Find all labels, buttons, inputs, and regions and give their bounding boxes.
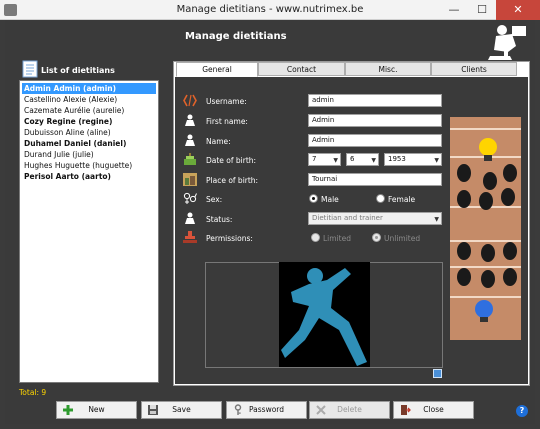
runner-photo xyxy=(279,262,370,367)
dob-day-select[interactable]: 7 ▼ xyxy=(308,153,341,166)
dob-year-select[interactable]: 1953 ▼ xyxy=(384,153,442,166)
close-button-label: Close xyxy=(423,405,444,414)
list-label: List of dietitians xyxy=(41,66,115,75)
chevron-down-icon: ▼ xyxy=(333,157,338,164)
lightbulb-illustration xyxy=(450,117,521,340)
person-icon xyxy=(185,114,195,126)
status-label: Status: xyxy=(206,215,233,224)
status-value: Dietitian and trainer xyxy=(312,214,383,222)
code-brackets-icon xyxy=(183,94,197,107)
birthday-cake-icon xyxy=(184,153,196,165)
password-button[interactable]: Password xyxy=(226,401,307,419)
list-item[interactable]: Admin Admin (admin) xyxy=(22,83,156,94)
dob-label: Date of birth: xyxy=(206,156,257,165)
new-button[interactable]: New xyxy=(56,401,137,419)
username-label: Username: xyxy=(206,97,247,106)
total-count: Total: 9 xyxy=(19,388,47,397)
chevron-down-icon: ▼ xyxy=(434,157,439,164)
change-photo-button[interactable] xyxy=(433,369,442,378)
person-icon xyxy=(185,134,195,146)
place-photo-icon xyxy=(183,173,197,186)
sex-label: Sex: xyxy=(206,195,223,204)
tab-misc[interactable]: Misc. xyxy=(345,62,431,76)
tab-strip: General Contact Misc. Clients xyxy=(173,61,530,77)
name-label: Name: xyxy=(206,137,231,146)
page-title: Manage dietitians xyxy=(185,31,287,42)
list-item[interactable]: Duhamel Daniel (daniel) xyxy=(22,138,156,149)
stamp-icon xyxy=(183,231,197,243)
save-icon xyxy=(148,405,158,415)
plus-icon xyxy=(63,405,73,415)
password-button-label: Password xyxy=(248,405,285,414)
key-icon xyxy=(234,404,242,415)
dob-year-value: 1953 xyxy=(388,155,406,163)
name-field[interactable]: Admin xyxy=(308,134,442,147)
list-item[interactable]: Dubuisson Aline (aline) xyxy=(22,127,156,138)
tab-general[interactable]: General xyxy=(176,62,258,77)
list-icon xyxy=(22,60,38,78)
help-button[interactable]: ? xyxy=(516,405,528,417)
minimize-button[interactable]: — xyxy=(440,0,468,20)
delete-button-label: Delete xyxy=(337,405,362,414)
close-window-button[interactable]: ✕ xyxy=(496,0,540,20)
delete-icon xyxy=(316,405,326,415)
dob-month-select[interactable]: 6 ▼ xyxy=(346,153,379,166)
title-bar: Manage dietitians - www.nutrimex.be — ☐ … xyxy=(0,0,540,20)
perm-limited-label: Limited xyxy=(323,234,351,243)
tab-clients[interactable]: Clients xyxy=(431,62,517,76)
status-select[interactable]: Dietitian and trainer ▼ xyxy=(308,212,442,225)
save-button-label: Save xyxy=(172,405,191,414)
dietitian-list[interactable]: Admin Admin (admin) Castellino Alexie (A… xyxy=(19,80,159,383)
perm-unlimited-label: Unlimited xyxy=(384,234,421,243)
chevron-down-icon: ▼ xyxy=(371,157,376,164)
sex-female-radio[interactable] xyxy=(376,194,385,203)
firstname-label: First name: xyxy=(206,117,248,126)
list-item[interactable]: Perisol Aarto (aarto) xyxy=(22,171,156,182)
list-item[interactable]: Hughes Huguette (huguette) xyxy=(22,160,156,171)
exit-door-icon xyxy=(401,405,411,415)
username-field[interactable]: admin xyxy=(308,94,442,107)
tab-contact[interactable]: Contact xyxy=(258,62,345,76)
perm-unlimited-radio[interactable] xyxy=(372,233,381,242)
dietitian-logo-icon xyxy=(488,25,526,60)
pob-field[interactable]: Tournai xyxy=(308,173,442,186)
person-icon xyxy=(185,212,195,224)
delete-button[interactable]: Delete xyxy=(309,401,390,419)
list-item[interactable]: Durand Julie (julie) xyxy=(22,149,156,160)
new-button-label: New xyxy=(88,405,105,414)
sex-female-label: Female xyxy=(388,195,416,204)
dob-day-value: 7 xyxy=(312,155,317,163)
dob-month-value: 6 xyxy=(350,155,355,163)
app-window: Manage dietitians - www.nutrimex.be — ☐ … xyxy=(0,0,540,429)
list-item[interactable]: Cazemate Aurélie (aurelie) xyxy=(22,105,156,116)
list-item[interactable]: Castellino Alexie (Alexie) xyxy=(22,94,156,105)
maximize-button[interactable]: ☐ xyxy=(468,0,496,20)
firstname-field[interactable]: Admin xyxy=(308,114,442,127)
chevron-down-icon: ▼ xyxy=(434,216,439,223)
pob-label: Place of birth: xyxy=(206,176,259,185)
sex-male-label: Male xyxy=(321,195,339,204)
perm-limited-radio[interactable] xyxy=(311,233,320,242)
list-item[interactable]: Cozy Regine (regine) xyxy=(22,116,156,127)
gender-icon xyxy=(183,192,197,204)
save-button[interactable]: Save xyxy=(141,401,222,419)
close-button[interactable]: Close xyxy=(393,401,474,419)
permissions-label: Permissions: xyxy=(206,234,253,243)
sex-male-radio[interactable] xyxy=(309,194,318,203)
